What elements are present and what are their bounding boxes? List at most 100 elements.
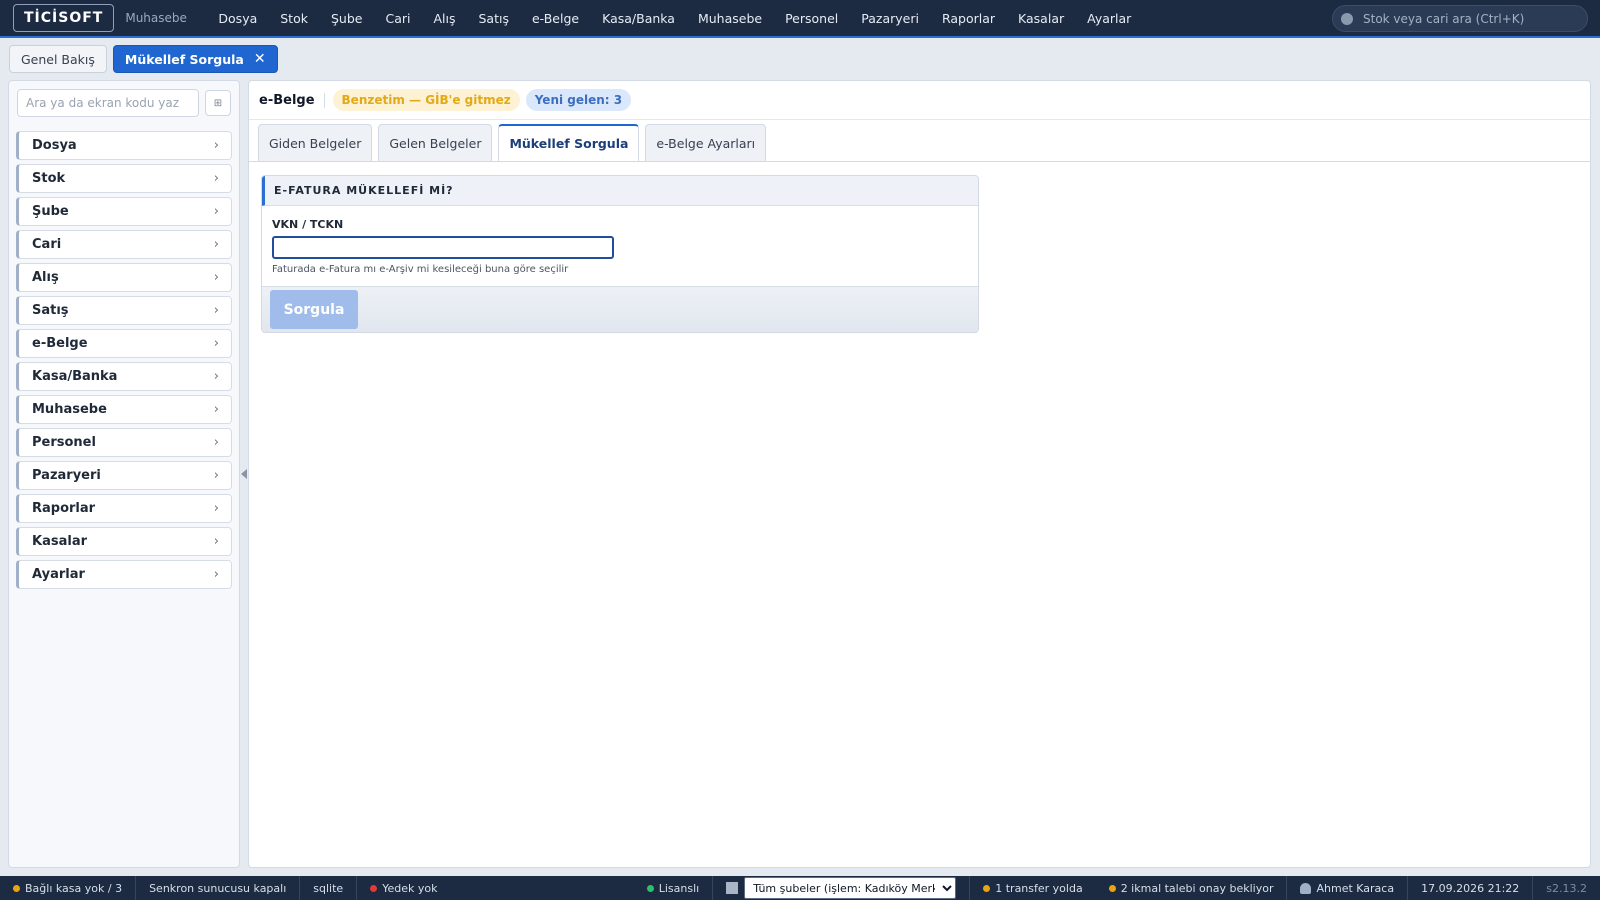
status-datetime: 17.09.2026 21:22: [1408, 876, 1534, 900]
grid-icon[interactable]: ⊞: [205, 90, 231, 116]
chevron-right-icon: ›: [213, 303, 219, 318]
chevron-right-icon: ›: [213, 204, 219, 219]
top-menu-alis[interactable]: Alış: [422, 0, 467, 36]
open-tab-label: Mükellef Sorgula: [124, 51, 244, 67]
vkn-hint: Faturada e-Fatura mı e-Arşiv mi kesilece…: [272, 264, 569, 275]
sidebar-item-label: Pazaryeri: [32, 468, 101, 483]
sidebar-item-label: Ayarlar: [32, 567, 85, 582]
sidebar: ⊞ Dosya › Stok › Şube › Cari › Alış › Satış › …: [8, 80, 240, 868]
status-transfer[interactable]: 1 transfer yolda: [970, 876, 1095, 900]
sidebar-item-label: Dosya: [32, 138, 77, 153]
simulation-badge: Benzetim — GİB'e gitmez: [332, 89, 520, 111]
card-footer: Sorgula: [262, 286, 978, 332]
top-menu-cari[interactable]: Cari: [374, 0, 422, 36]
sidebar-item-alis[interactable]: Alış ›: [16, 263, 232, 292]
sidebar-item-ayarlar[interactable]: Ayarlar ›: [16, 560, 232, 589]
global-search-input[interactable]: [1363, 11, 1573, 26]
chevron-right-icon: ›: [213, 138, 219, 153]
sidebar-item-label: Şube: [32, 204, 69, 219]
chevron-right-icon: ›: [213, 567, 219, 582]
sidebar-item-label: Alış: [32, 270, 59, 285]
sidebar-item-satis[interactable]: Satış ›: [16, 296, 232, 325]
sidebar-item-sube[interactable]: Şube ›: [16, 197, 232, 226]
top-menu-kasa-banka[interactable]: Kasa/Banka: [591, 0, 687, 36]
status-sync: Senkron sunucusu kapalı: [136, 876, 301, 900]
taxpayer-query-card: E-FATURA MÜKELLEFİ Mİ? VKN / TCKN Fatura…: [261, 175, 979, 333]
chevron-right-icon: ›: [213, 336, 219, 351]
close-icon[interactable]: ✕: [254, 51, 266, 67]
search-icon: [1341, 12, 1353, 25]
tab-giden-belgeler[interactable]: Giden Belgeler: [258, 124, 373, 161]
status-text: Ahmet Karaca: [1316, 881, 1395, 895]
page-title: e-Belge: [259, 92, 325, 108]
sidebar-item-stok[interactable]: Stok ›: [16, 164, 232, 193]
vkn-label: VKN / TCKN: [272, 218, 344, 231]
tab-gelen-belgeler[interactable]: Gelen Belgeler: [378, 124, 493, 161]
status-version: s2.13.2: [1533, 876, 1600, 900]
warning-dot-icon: [13, 884, 20, 892]
sidebar-item-label: Stok: [32, 171, 66, 186]
top-menu-kasalar[interactable]: Kasalar: [1007, 0, 1076, 36]
status-text: 1 transfer yolda: [995, 881, 1083, 895]
sidebar-search-input[interactable]: [17, 89, 199, 117]
building-icon: [726, 882, 739, 894]
app-logo[interactable]: TİCİSOFT: [13, 4, 115, 32]
top-menu-stok[interactable]: Stok: [269, 0, 320, 36]
top-menu-raporlar[interactable]: Raporlar: [930, 0, 1006, 36]
app-module-label: Muhasebe: [125, 11, 187, 25]
sidebar-item-raporlar[interactable]: Raporlar ›: [16, 494, 232, 523]
open-tab-mukellef-sorgula[interactable]: Mükellef Sorgula ✕: [112, 45, 278, 73]
top-menu-dosya[interactable]: Dosya: [207, 0, 269, 36]
status-cash-link[interactable]: Bağlı kasa yok / 3: [0, 876, 137, 900]
incoming-badge[interactable]: Yeni gelen: 3: [525, 89, 632, 111]
top-menu-muhasebe[interactable]: Muhasebe: [686, 0, 773, 36]
sidebar-item-kasalar[interactable]: Kasalar ›: [16, 527, 232, 556]
sidebar-item-muhasebe[interactable]: Muhasebe ›: [16, 395, 232, 424]
status-text: 17.09.2026 21:22: [1421, 881, 1520, 895]
chevron-right-icon: ›: [213, 534, 219, 549]
panel-header: e-Belge Benzetim — GİB'e gitmez Yeni gel…: [249, 81, 1590, 120]
chevron-right-icon: ›: [213, 369, 219, 384]
sidebar-item-personel[interactable]: Personel ›: [16, 428, 232, 457]
top-menu-sube[interactable]: Şube: [319, 0, 373, 36]
user-icon: [1300, 882, 1312, 894]
branch-select[interactable]: Tüm şubeler (işlem: Kadıköy Merkez): [744, 877, 957, 899]
top-menu-satis[interactable]: Satış: [467, 0, 520, 36]
status-requests[interactable]: 2 ikmal talebi onay bekliyor: [1096, 876, 1288, 900]
main-panel: e-Belge Benzetim — GİB'e gitmez Yeni gel…: [248, 80, 1591, 868]
error-dot-icon: [370, 884, 378, 892]
top-menu-pazaryeri[interactable]: Pazaryeri: [850, 0, 931, 36]
top-menu: Dosya Stok Şube Cari Alış Satış e-Belge …: [207, 0, 1143, 36]
status-branch: Tüm şubeler (işlem: Kadıköy Merkez): [713, 876, 971, 900]
top-menu-personel[interactable]: Personel: [774, 0, 850, 36]
sidebar-item-pazaryeri[interactable]: Pazaryeri ›: [16, 461, 232, 490]
query-button[interactable]: Sorgula: [270, 290, 358, 329]
top-menu-e-belge[interactable]: e-Belge: [520, 0, 590, 36]
sidebar-item-label: e-Belge: [32, 336, 88, 351]
status-backup[interactable]: Yedek yok: [357, 876, 450, 900]
sidebar-item-label: Kasa/Banka: [32, 369, 118, 384]
sidebar-item-dosya[interactable]: Dosya ›: [16, 131, 232, 160]
global-search: [1332, 5, 1588, 32]
top-menu-ayarlar[interactable]: Ayarlar: [1076, 0, 1143, 36]
sidebar-item-cari[interactable]: Cari ›: [16, 230, 232, 259]
tab-mukellef-sorgula[interactable]: Mükellef Sorgula: [498, 124, 640, 161]
tab-e-belge-ayarlari[interactable]: e-Belge Ayarları: [645, 124, 767, 161]
sidebar-item-label: Muhasebe: [32, 402, 107, 417]
sidebar-item-kasa-banka[interactable]: Kasa/Banka ›: [16, 362, 232, 391]
card-title: E-FATURA MÜKELLEFİ Mİ?: [262, 176, 978, 206]
chevron-right-icon: ›: [213, 171, 219, 186]
status-user[interactable]: Ahmet Karaca: [1287, 876, 1409, 900]
status-text: 2 ikmal talebi onay bekliyor: [1120, 881, 1274, 895]
open-tab-genel-bakis[interactable]: Genel Bakış: [9, 45, 107, 73]
status-text: Senkron sunucusu kapalı: [149, 881, 287, 895]
sidebar-item-e-belge[interactable]: e-Belge ›: [16, 329, 232, 358]
sidebar-item-label: Satış: [32, 303, 69, 318]
chevron-right-icon: ›: [213, 501, 219, 516]
tab-divider: [249, 161, 1590, 162]
sidebar-collapse-handle[interactable]: [241, 469, 247, 479]
vkn-input[interactable]: [272, 236, 614, 259]
sidebar-list: Dosya › Stok › Şube › Cari › Alış › Satış › e-…: [16, 131, 232, 593]
open-tab-label: Genel Bakış: [21, 51, 95, 67]
status-text: sqlite: [313, 881, 344, 895]
